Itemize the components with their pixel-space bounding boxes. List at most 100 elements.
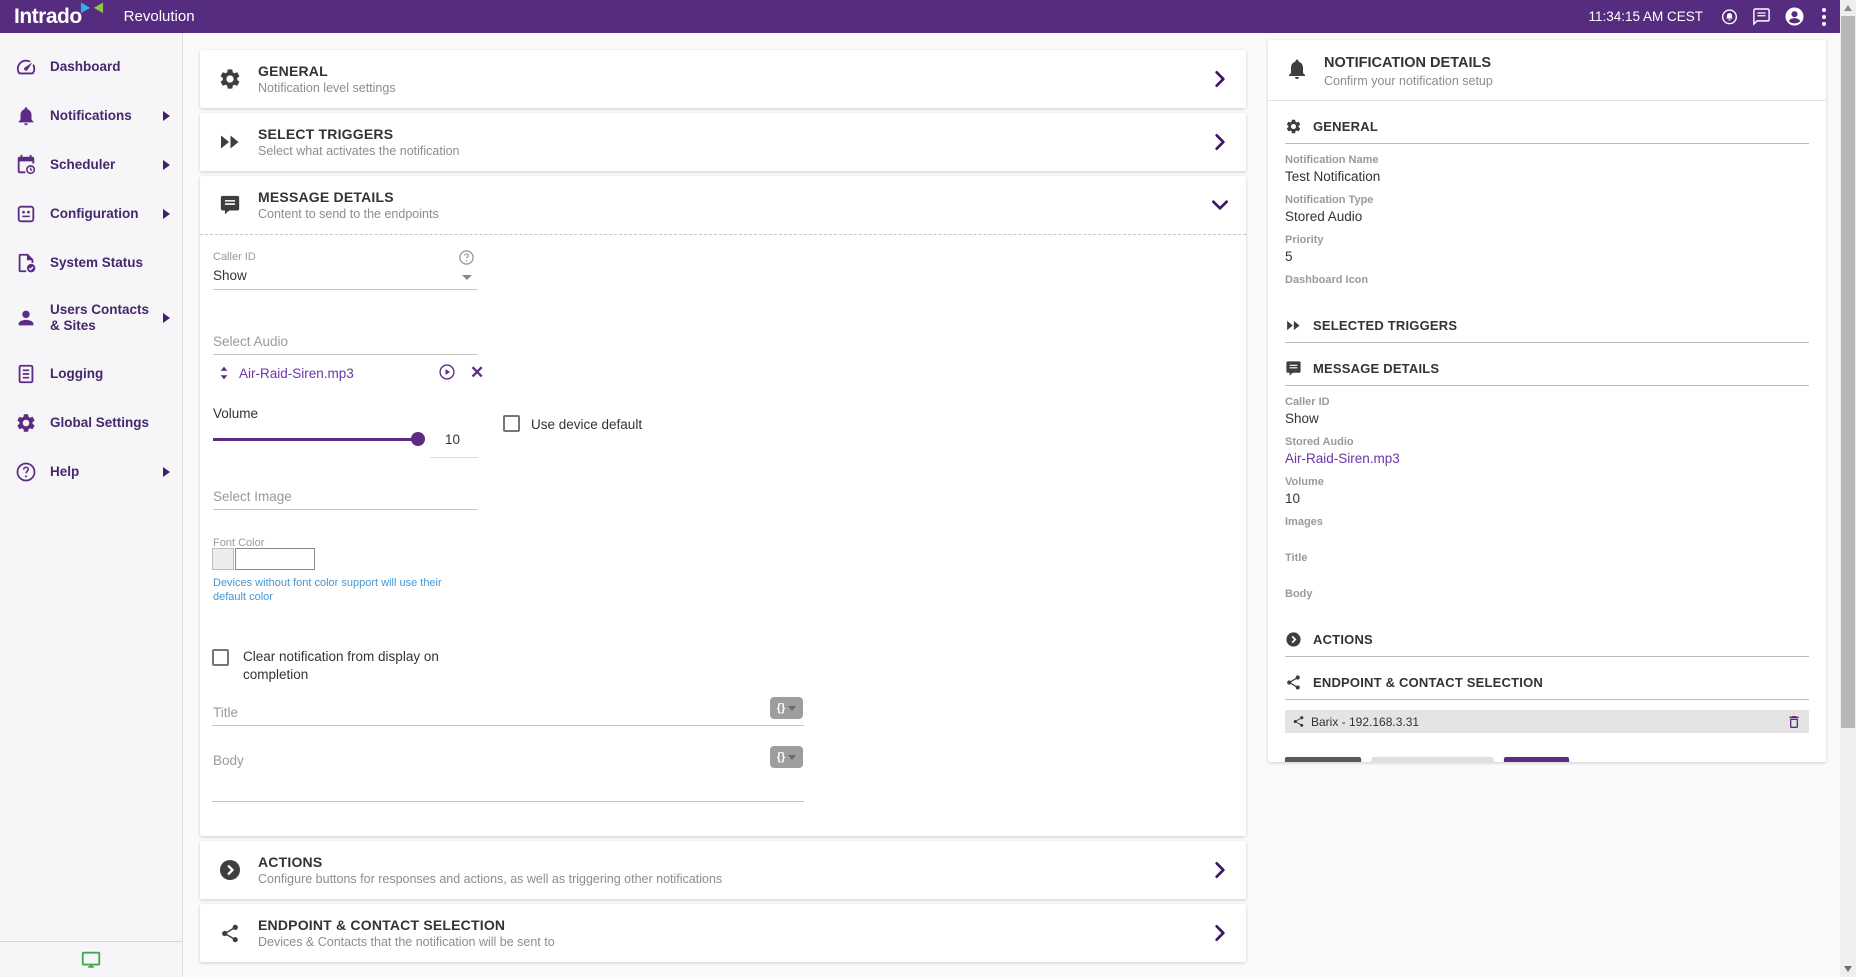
gear-icon [1285,118,1302,135]
help-circle-icon[interactable] [458,249,475,266]
title-label: Title [213,705,238,720]
chevron-down-icon [1210,195,1230,215]
gauge-icon [15,56,37,78]
message-details-section-header[interactable]: MESSAGE DETAILS Content to send to the e… [200,176,1246,234]
details-header: NOTIFICATION DETAILS Confirm your notifi… [1268,40,1826,101]
alarm-icon[interactable] [1720,7,1739,26]
play-audio-icon[interactable] [438,363,456,381]
share-icon [1285,674,1302,691]
dropdown-caret-icon [462,275,472,280]
person-icon [15,307,37,329]
submenu-arrow-icon [163,467,170,477]
volume-label: Volume [213,406,258,421]
section-title: GENERAL [258,63,396,79]
dropdown-caret-icon [788,755,796,760]
document-lines-icon [15,363,37,385]
section-card-actions: ACTIONS Configure buttons for responses … [200,841,1246,899]
section-title: ENDPOINT & CONTACT SELECTION [258,917,555,933]
endpoint-list-item[interactable]: Barix - 192.168.3.31 [1285,710,1809,733]
chevron-right-icon [1210,860,1230,880]
section-card-select-triggers: SELECT TRIGGERS Select what activates th… [200,113,1246,171]
sidebar-item-help[interactable]: Help [0,447,182,496]
submenu-arrow-icon [163,160,170,170]
bell-icon [15,105,37,127]
bell-icon [1285,57,1309,81]
sidebar-item-scheduler[interactable]: Scheduler [0,140,182,189]
overflow-menu-icon[interactable] [1818,6,1830,28]
caller-id-label: Caller ID [213,251,256,263]
slider-thumb[interactable] [411,432,425,446]
clear-notification-label: Clear notification from display on compl… [243,648,461,684]
logo-text: Intrado [14,5,82,28]
select-triggers-section-header[interactable]: SELECT TRIGGERS Select what activates th… [200,113,1246,171]
priority-label: Priority [1285,234,1809,246]
section-subtitle: Notification level settings [258,81,396,95]
details-selected-triggers-heading: SELECTED TRIGGERS [1285,317,1809,334]
sidebar-item-notifications[interactable]: Notifications [0,91,182,140]
font-color-swatch[interactable] [212,548,234,570]
document-check-icon [15,252,37,274]
gear-icon [218,67,242,91]
gear-icon [15,412,37,434]
title-variable-button[interactable]: {} [770,697,803,719]
share-icon [218,923,242,944]
section-card-message-details: MESSAGE DETAILS Content to send to the e… [200,176,1246,836]
double-play-icon [1285,317,1302,334]
dashboard-icon-label: Dashboard Icon [1285,274,1809,286]
scroll-up-arrow[interactable] [1844,5,1852,11]
notification-name-label: Notification Name [1285,154,1809,166]
stored-audio-link[interactable]: Air-Raid-Siren.mp3 [1285,451,1809,466]
chevron-right-icon [1210,923,1230,943]
feedback-chat-icon[interactable] [1752,7,1771,26]
save-and-send-button[interactable]: SAVE & SEND [1372,757,1492,762]
sidebar-item-dashboard[interactable]: Dashboard [0,42,182,91]
sidebar-item-configuration[interactable]: Configuration [0,189,182,238]
endpoint-contact-section-header[interactable]: ENDPOINT & CONTACT SELECTION Devices & C… [200,904,1246,962]
details-title: NOTIFICATION DETAILS [1324,55,1493,71]
general-section-header[interactable]: GENERAL Notification level settings [200,50,1246,108]
actions-section-header[interactable]: ACTIONS Configure buttons for responses … [200,841,1246,899]
save-button[interactable]: SAVE [1504,757,1570,762]
details-endpoint-heading: ENDPOINT & CONTACT SELECTION [1285,674,1809,691]
sort-updown-icon[interactable] [215,364,233,382]
vertical-scrollbar[interactable] [1840,0,1856,977]
body-label: Body [213,753,244,768]
notification-editor: GENERAL Notification level settings SELE… [200,50,1246,967]
top-app-bar: Intrado Revolution 11:34:15 AM CEST [0,0,1840,33]
sidebar-footer [0,941,182,977]
section-title: ACTIONS [258,854,722,870]
dragonfly-icon [80,0,104,20]
select-image-label: Select Image [213,489,292,504]
scroll-down-arrow[interactable] [1844,966,1852,972]
circle-chevron-icon [1285,631,1302,648]
account-icon[interactable] [1784,6,1805,27]
font-color-input[interactable] [235,548,315,570]
remote-display-icon[interactable] [80,949,102,971]
sidebar-item-global-settings[interactable]: Global Settings [0,398,182,447]
share-icon [1292,715,1305,728]
delete-endpoint-icon[interactable] [1786,714,1802,730]
remove-audio-icon[interactable]: ✕ [470,364,484,381]
sidebar-nav: Dashboard Notifications Scheduler Config… [0,33,183,977]
images-label: Images [1285,516,1809,528]
scrollbar-thumb[interactable] [1841,16,1855,728]
double-play-icon [218,130,242,154]
audio-file-link[interactable]: Air-Raid-Siren.mp3 [239,366,354,381]
details-actions-heading: ACTIONS [1285,631,1809,648]
sidebar-item-users-contacts-sites[interactable]: Users Contacts & Sites [0,287,182,349]
sidebar-item-system-status[interactable]: System Status [0,238,182,287]
submenu-arrow-icon [163,111,170,121]
volume-slider[interactable] [213,432,423,446]
body-variable-button[interactable]: {} [770,746,803,768]
sidebar-item-logging[interactable]: Logging [0,349,182,398]
notification-type-label: Notification Type [1285,194,1809,206]
caller-id-value: Show [213,268,247,283]
comment-icon [218,194,242,216]
close-button[interactable]: CLOSE [1285,757,1361,762]
clear-notification-checkbox[interactable] [212,649,229,666]
volume-label: Volume [1285,476,1809,488]
stored-audio-label: Stored Audio [1285,436,1809,448]
section-subtitle: Configure buttons for responses and acti… [258,872,722,886]
use-device-default-checkbox[interactable] [503,415,520,432]
use-device-default-label: Use device default [531,416,642,433]
